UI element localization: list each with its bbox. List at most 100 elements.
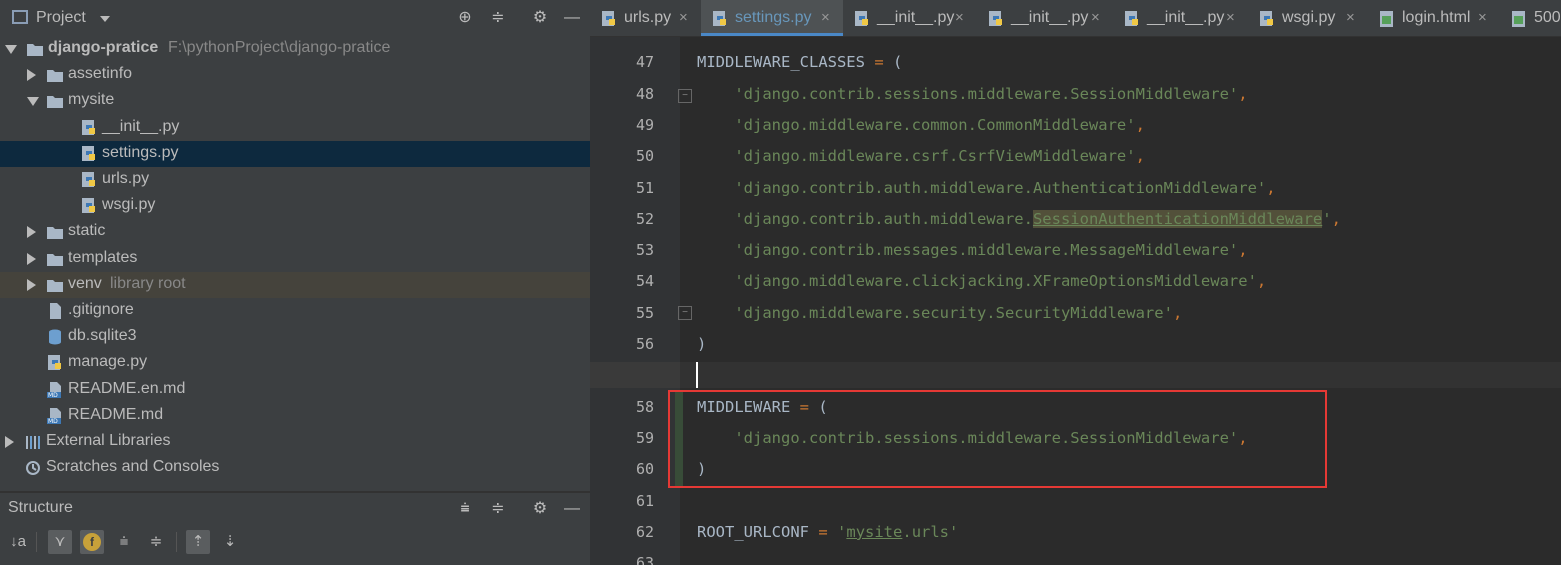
expand-all-icon[interactable]: ⩧: [455, 499, 475, 519]
tree-item[interactable]: MD README.md: [0, 403, 590, 429]
tree-item[interactable]: __init__.py: [0, 115, 590, 141]
tree-item[interactable]: Scratches and Consoles: [0, 455, 590, 481]
tab-label: __init__.py: [877, 9, 955, 26]
collapse-all-icon[interactable]: ≑: [488, 499, 508, 519]
tree-item[interactable]: urls.py: [0, 167, 590, 193]
tree-item[interactable]: External Libraries: [0, 429, 590, 455]
divider: [36, 532, 37, 552]
divider: [0, 491, 590, 493]
code-line[interactable]: 'django.middleware.clickjacking.XFrameOp…: [697, 272, 1266, 290]
current-line-highlight: [590, 362, 1561, 388]
code-line[interactable]: 'django.contrib.sessions.middleware.Sess…: [697, 84, 1248, 103]
editor-tab[interactable]: __init__.py ×: [977, 0, 1113, 36]
tree-item[interactable]: db.sqlite3: [0, 324, 590, 350]
minimize-icon[interactable]: —: [562, 499, 582, 519]
code-token: ,: [1238, 84, 1248, 103]
close-icon[interactable]: ×: [1226, 9, 1235, 26]
code-line[interactable]: MIDDLEWARE_CLASSES = (: [697, 53, 902, 71]
close-icon[interactable]: ×: [955, 9, 964, 26]
code-line[interactable]: 'django.contrib.messages.middleware.Mess…: [697, 241, 1248, 260]
tree-item-label: mysite: [68, 91, 115, 109]
python-file-icon: [80, 119, 98, 137]
autoscroll-from-source-icon[interactable]: ⇣: [218, 530, 242, 554]
tree-item[interactable]: django-pratice F:\pythonProject\django-pr…: [0, 36, 590, 62]
code-line[interactable]: 'django.contrib.auth.middleware.SessionA…: [697, 209, 1341, 228]
code-token: 'django.middleware.common.CommonMiddlewa…: [734, 115, 1136, 134]
chevron-right-icon[interactable]: [27, 69, 36, 82]
line-number: 62: [635, 522, 654, 541]
chevron-down-icon[interactable]: [27, 97, 39, 107]
tree-item[interactable]: MD README.en.md: [0, 377, 590, 403]
autoscroll-to-source-icon[interactable]: ⇡: [186, 530, 210, 554]
show-inherited-icon[interactable]: ⋎: [48, 530, 72, 554]
fold-marker-icon[interactable]: −: [678, 89, 692, 103]
editor-tab[interactable]: wsgi.py ×: [1248, 0, 1368, 36]
tree-item[interactable]: venv library root: [0, 271, 590, 298]
code-line[interactable]: 'django.middleware.csrf.CsrfViewMiddlewa…: [697, 147, 1145, 165]
close-icon[interactable]: ×: [1091, 9, 1100, 26]
gear-icon[interactable]: ⚙: [530, 8, 550, 28]
tree-item[interactable]: wsgi.py: [0, 193, 590, 219]
collapse-all-icon[interactable]: ≑: [144, 530, 168, 554]
close-icon[interactable]: ×: [1478, 9, 1487, 26]
locate-icon[interactable]: ⊕: [455, 8, 475, 28]
chevron-right-icon[interactable]: [27, 278, 36, 291]
folder-icon: [46, 250, 64, 268]
close-icon[interactable]: ×: [1346, 9, 1355, 26]
line-number: 60: [635, 460, 654, 479]
code-token: 'django.contrib.auth.middleware.Authenti…: [734, 178, 1267, 197]
editor-tab[interactable]: settings.py ×: [701, 0, 843, 36]
tree-item[interactable]: static: [0, 219, 590, 245]
project-title[interactable]: Project: [36, 9, 86, 27]
code-line[interactable]: ): [697, 335, 706, 353]
tree-item-label: manage.py: [68, 353, 148, 371]
code-token: SessionAuthenticationMiddleware: [1032, 209, 1323, 228]
sort-alpha-icon[interactable]: ↓a: [6, 530, 30, 554]
editor-tabs: urls.py × settings.py × __init__.py × __init__…: [590, 0, 1561, 37]
structure-title: Structure: [8, 499, 73, 516]
tree-item[interactable]: templates: [0, 246, 590, 272]
tree-item[interactable]: .gitignore: [0, 298, 590, 324]
tree-item-label: static: [68, 222, 106, 240]
code-line[interactable]: 'django.contrib.auth.middleware.Authenti…: [697, 178, 1275, 197]
editor-tab[interactable]: __init__.py ×: [1113, 0, 1248, 36]
tree-item-path: F:\pythonProject\django-pratice: [168, 39, 391, 56]
editor-tab[interactable]: __init__.py ×: [843, 0, 977, 36]
tree-item-label: settings.py: [102, 143, 179, 161]
tree-item-label: wsgi.py: [102, 196, 156, 214]
code-line[interactable]: 'django.middleware.common.CommonMiddlewa…: [697, 116, 1145, 134]
minimize-icon[interactable]: —: [562, 8, 582, 28]
html-file-icon: [1378, 10, 1396, 28]
python-file-icon: [600, 10, 618, 28]
editor-tab[interactable]: urls.py ×: [590, 0, 701, 36]
gear-icon[interactable]: ⚙: [530, 499, 550, 519]
code-token: 'django.middleware.security.SecurityMidd…: [734, 303, 1173, 322]
close-icon[interactable]: ×: [679, 9, 688, 26]
close-icon[interactable]: ×: [821, 9, 830, 26]
code-token: 'django.contrib.sessions.middleware.Sess…: [734, 84, 1239, 103]
fold-marker-icon[interactable]: −: [678, 306, 692, 320]
python-file-icon: [80, 171, 98, 189]
folder-icon: [46, 276, 64, 294]
code-line[interactable]: ROOT_URLCONF = 'mysite.urls': [697, 523, 958, 541]
editor-tab[interactable]: 500: [1500, 0, 1561, 36]
chevron-right-icon[interactable]: [5, 436, 14, 448]
chevron-down-icon[interactable]: [100, 16, 110, 22]
tree-item[interactable]: manage.py: [0, 350, 590, 376]
show-fields-icon[interactable]: f: [80, 530, 104, 554]
chevron-right-icon[interactable]: [27, 226, 36, 239]
chevron-down-icon[interactable]: [5, 45, 17, 54]
tab-label: urls.py: [624, 9, 672, 26]
annotation-highlight-box: [668, 390, 1327, 488]
chevron-right-icon[interactable]: [27, 252, 36, 265]
editor-tab[interactable]: login.html ×: [1368, 0, 1500, 36]
collapse-all-icon[interactable]: ≑: [488, 8, 508, 28]
tree-item[interactable]: settings.py: [0, 140, 590, 167]
python-file-icon: [80, 197, 98, 215]
code-token: MIDDLEWARE_CLASSES: [697, 53, 875, 72]
expand-all-icon[interactable]: ⩧: [112, 530, 136, 554]
code-line[interactable]: 'django.middleware.security.SecurityMidd…: [697, 304, 1182, 322]
tree-item[interactable]: assetinfo: [0, 62, 590, 88]
tree-item[interactable]: mysite: [0, 88, 590, 114]
code-token: ,: [1238, 241, 1248, 260]
